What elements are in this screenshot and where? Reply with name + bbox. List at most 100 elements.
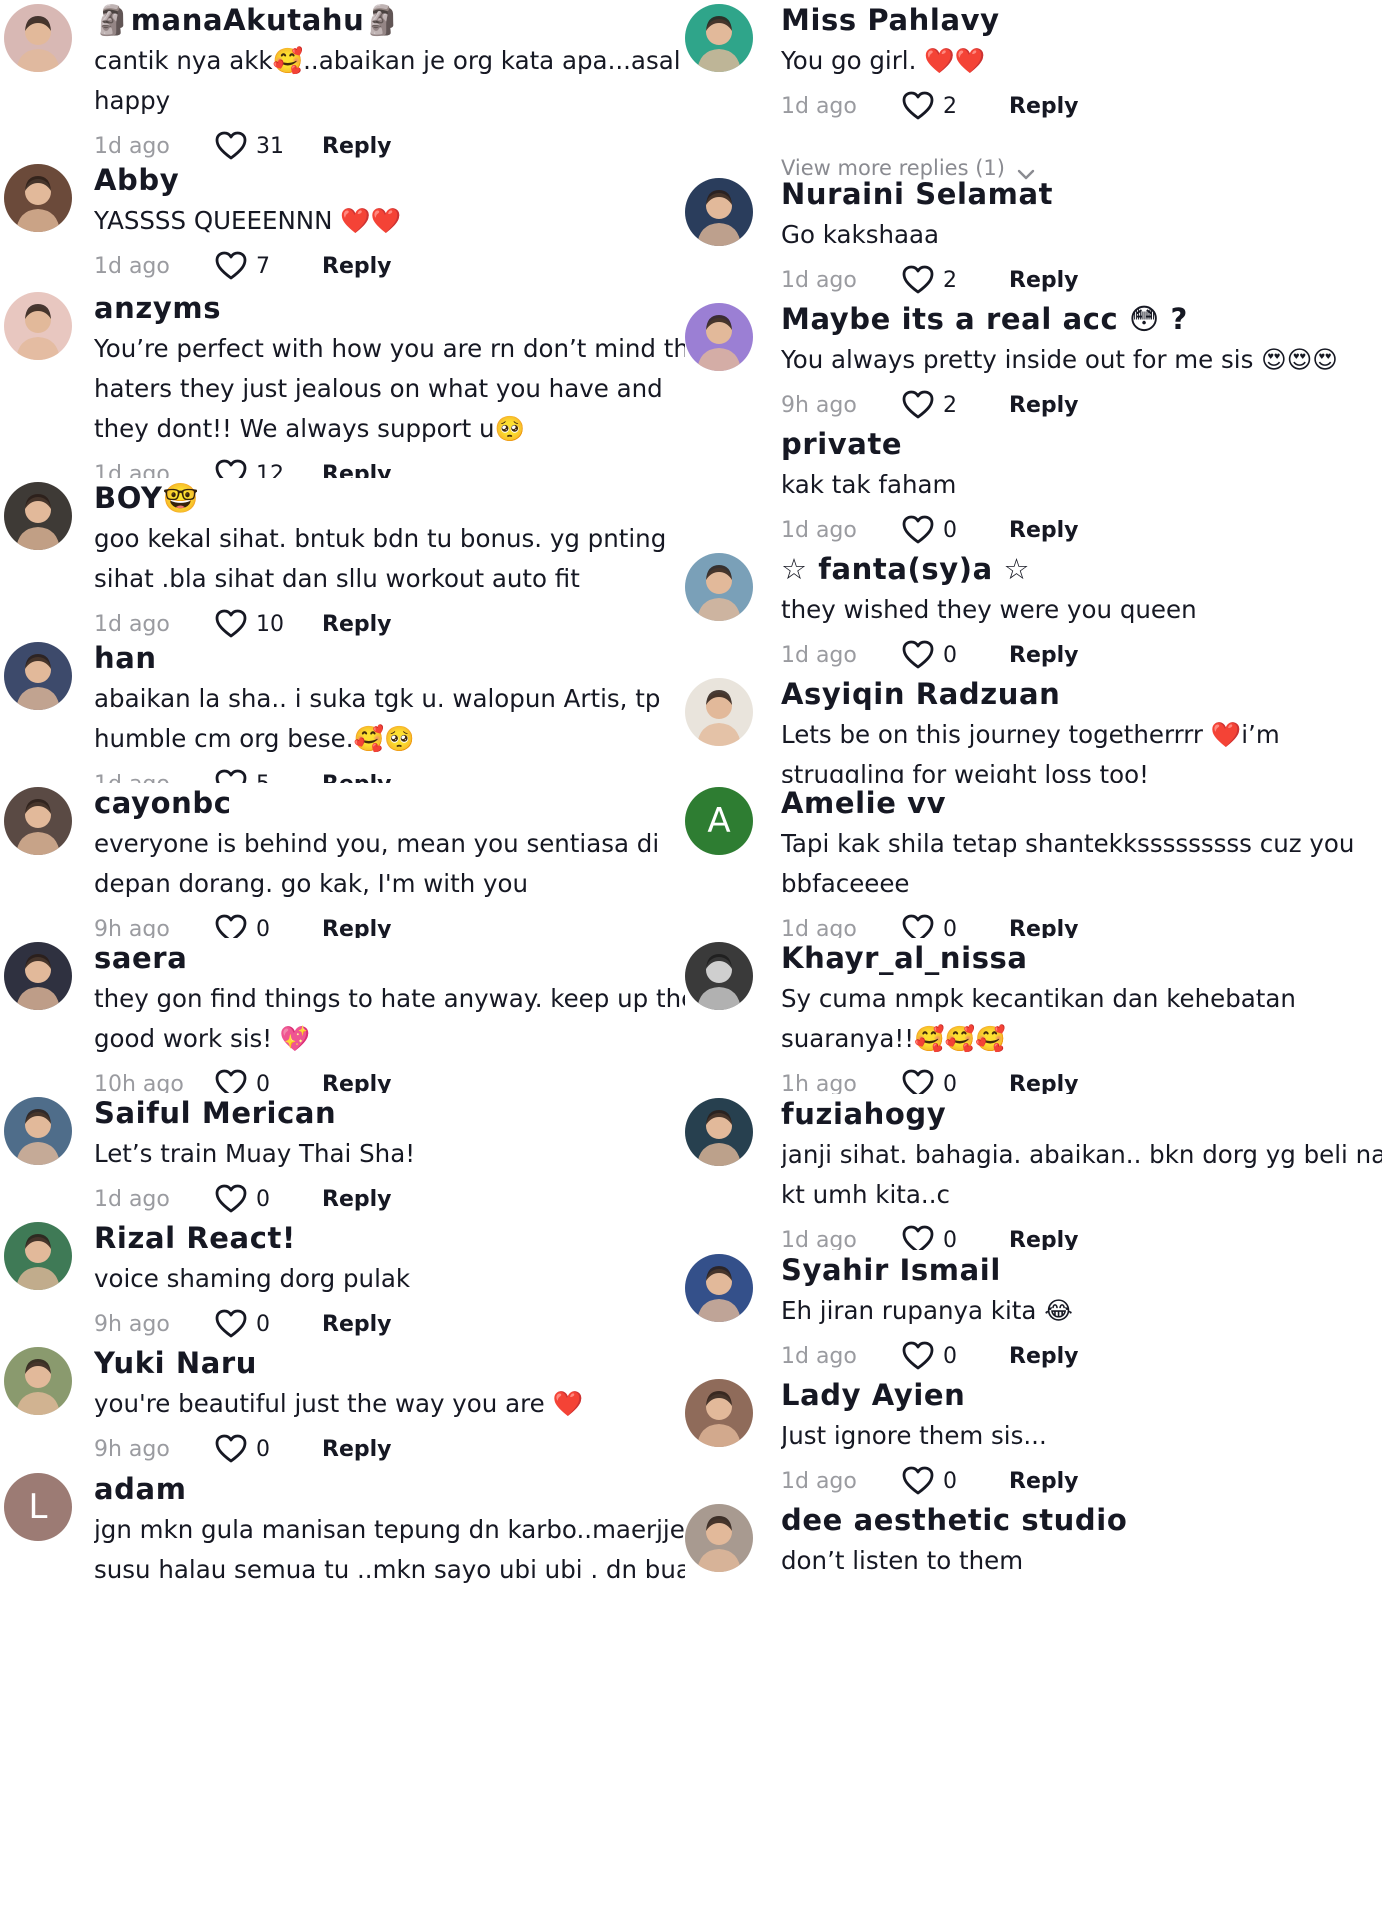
- avatar[interactable]: A: [685, 787, 753, 855]
- reply-button[interactable]: Reply: [1009, 393, 1079, 418]
- comment-username[interactable]: 🗿manaAkutahu🗿: [94, 0, 685, 40]
- like-button[interactable]: 5: [214, 768, 308, 783]
- comment-username[interactable]: Miss Pahlavy: [781, 0, 1382, 40]
- heart-icon[interactable]: [214, 768, 248, 783]
- like-button[interactable]: 0: [901, 1068, 995, 1094]
- comment-username[interactable]: han: [94, 638, 685, 678]
- like-button[interactable]: 0: [214, 1433, 308, 1465]
- reply-button[interactable]: Reply: [322, 254, 392, 279]
- heart-icon[interactable]: [901, 389, 935, 421]
- comment-username[interactable]: ☆ fanta(sy)a ☆: [781, 549, 1382, 589]
- like-button[interactable]: 0: [214, 1068, 308, 1093]
- avatar[interactable]: [685, 1254, 753, 1322]
- avatar[interactable]: [685, 1379, 753, 1447]
- like-button[interactable]: 2: [901, 389, 995, 421]
- like-button[interactable]: 0: [901, 1340, 995, 1372]
- comment-username[interactable]: cayonbc: [94, 783, 685, 823]
- avatar[interactable]: [685, 553, 753, 621]
- comment-username[interactable]: private: [781, 424, 1382, 464]
- heart-icon[interactable]: [901, 1224, 935, 1250]
- avatar[interactable]: [4, 1222, 72, 1290]
- comment-username[interactable]: Lady Ayien: [781, 1375, 1382, 1415]
- reply-button[interactable]: Reply: [322, 1072, 392, 1094]
- heart-icon[interactable]: [214, 1183, 248, 1215]
- like-button[interactable]: 2: [901, 90, 995, 122]
- avatar[interactable]: [4, 787, 72, 855]
- like-button[interactable]: 0: [214, 1183, 308, 1215]
- heart-icon[interactable]: [901, 1068, 935, 1094]
- reply-button[interactable]: Reply: [322, 917, 392, 939]
- heart-icon[interactable]: [214, 250, 248, 282]
- reply-button[interactable]: Reply: [322, 1312, 392, 1337]
- comment-username[interactable]: Khayr_al_nissa: [781, 938, 1382, 978]
- heart-icon[interactable]: [901, 514, 935, 546]
- like-button[interactable]: 31: [214, 130, 308, 160]
- reply-button[interactable]: Reply: [322, 772, 392, 784]
- avatar[interactable]: [685, 942, 753, 1010]
- avatar[interactable]: [685, 1098, 753, 1166]
- avatar[interactable]: [685, 4, 753, 72]
- like-button[interactable]: 2: [901, 264, 995, 296]
- comment-username[interactable]: anzyms: [94, 288, 685, 328]
- comment-username[interactable]: Abby: [94, 160, 685, 200]
- avatar[interactable]: [685, 303, 753, 371]
- heart-icon[interactable]: [214, 608, 248, 638]
- comment-username[interactable]: fuziahogy: [781, 1094, 1382, 1134]
- reply-button[interactable]: Reply: [322, 1187, 392, 1212]
- heart-icon[interactable]: [214, 458, 248, 478]
- comment-username[interactable]: Amelie vv: [781, 783, 1382, 823]
- reply-button[interactable]: Reply: [322, 462, 392, 479]
- avatar[interactable]: [4, 482, 72, 550]
- comment-username[interactable]: BOY🤓: [94, 478, 685, 518]
- reply-button[interactable]: Reply: [1009, 1072, 1079, 1095]
- comment-username[interactable]: Saiful Merican: [94, 1093, 685, 1133]
- comment-username[interactable]: Yuki Naru: [94, 1343, 685, 1383]
- comment-username[interactable]: Nuraini Selamat: [781, 174, 1382, 214]
- reply-button[interactable]: Reply: [1009, 917, 1079, 939]
- reply-button[interactable]: Reply: [1009, 1469, 1079, 1494]
- comment-username[interactable]: Maybe its a real acc 😳 ?: [781, 299, 1382, 339]
- reply-button[interactable]: Reply: [1009, 94, 1079, 119]
- heart-icon[interactable]: [901, 1340, 935, 1372]
- reply-button[interactable]: Reply: [322, 1437, 392, 1462]
- heart-icon[interactable]: [901, 90, 935, 122]
- heart-icon[interactable]: [214, 130, 248, 160]
- reply-button[interactable]: Reply: [1009, 1344, 1079, 1369]
- reply-button[interactable]: Reply: [322, 612, 392, 637]
- reply-button[interactable]: Reply: [1009, 1228, 1079, 1251]
- like-button[interactable]: 7: [214, 250, 308, 282]
- reply-button[interactable]: Reply: [1009, 518, 1079, 543]
- avatar[interactable]: [4, 1097, 72, 1165]
- avatar[interactable]: [685, 678, 753, 746]
- like-button[interactable]: 0: [214, 913, 308, 938]
- reply-button[interactable]: Reply: [1009, 268, 1079, 293]
- reply-button[interactable]: Reply: [1009, 643, 1079, 668]
- view-more-replies-button[interactable]: View more replies (1): [781, 156, 1035, 180]
- like-button[interactable]: 12: [214, 458, 308, 478]
- heart-icon[interactable]: [214, 913, 248, 938]
- heart-icon[interactable]: [901, 913, 935, 938]
- reply-button[interactable]: Reply: [322, 134, 392, 159]
- avatar[interactable]: [4, 1347, 72, 1415]
- avatar[interactable]: [4, 642, 72, 710]
- comment-username[interactable]: Rizal React!: [94, 1218, 685, 1258]
- like-button[interactable]: 0: [901, 913, 995, 938]
- like-button[interactable]: 10: [214, 608, 308, 638]
- avatar[interactable]: [685, 178, 753, 246]
- heart-icon[interactable]: [901, 1465, 935, 1497]
- avatar[interactable]: [4, 292, 72, 360]
- avatar[interactable]: [4, 4, 72, 72]
- comment-username[interactable]: adam: [94, 1469, 685, 1509]
- heart-icon[interactable]: [901, 639, 935, 671]
- comment-username[interactable]: Syahir Ismail: [781, 1250, 1382, 1290]
- avatar[interactable]: [685, 1504, 753, 1572]
- comment-username[interactable]: Asyiqin Radzuan: [781, 674, 1382, 714]
- comment-username[interactable]: dee aesthetic studio: [781, 1500, 1382, 1540]
- avatar[interactable]: L: [4, 1473, 72, 1541]
- heart-icon[interactable]: [214, 1308, 248, 1340]
- comment-username[interactable]: saera: [94, 938, 685, 978]
- heart-icon[interactable]: [214, 1068, 248, 1093]
- like-button[interactable]: 0: [214, 1308, 308, 1340]
- heart-icon[interactable]: [214, 1433, 248, 1465]
- like-button[interactable]: 0: [901, 639, 995, 671]
